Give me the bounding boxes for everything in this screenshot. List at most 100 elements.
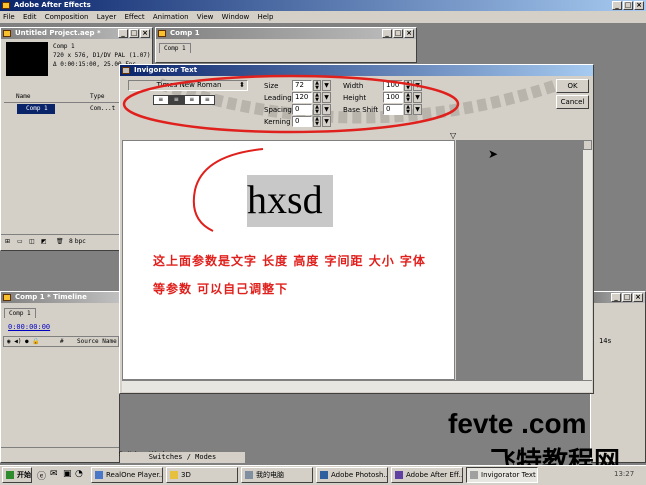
comp-info-name: Comp 1 [53,43,75,50]
project-icon [3,30,11,37]
close-button[interactable]: × [634,1,644,10]
label-column[interactable]: # [60,337,64,346]
render-icon[interactable]: ◩ [41,235,47,249]
aftereffects-icon [395,471,403,479]
timeline-right-title: _ □ × [591,292,645,303]
task-realone-label: RealOne Player... [106,471,163,479]
task-mycomputer-label: 我的电脑 [256,471,284,479]
timeline-close-button[interactable]: × [633,293,643,302]
menu-window[interactable]: Window [222,13,250,21]
invigorator-dialog: Invigorator Text Times New Roman ⬍ ≡ ≡ ≡… [119,64,594,394]
menu-view[interactable]: View [197,13,214,21]
comp-title: Comp 1 [170,29,200,37]
quicklaunch-desktop-icon[interactable]: ▣ [63,469,72,479]
comp-close-button[interactable]: × [404,29,414,38]
project-close-button[interactable]: × [140,29,150,38]
menu-animation[interactable]: Animation [153,13,189,21]
comp-window: Comp 1 _ □ × Comp 1 [155,27,417,63]
menu-composition[interactable]: Composition [45,13,89,21]
task-3d-label: 3D [181,471,191,479]
timeline-minimize-button[interactable]: _ [611,293,621,302]
comp-thumbnail [6,42,48,76]
watermark-site: fevte .com [448,408,587,439]
scroll-thumb[interactable] [583,140,592,150]
task-aftereffects[interactable]: Adobe After Eff... [391,467,463,483]
invigorator-icon [470,471,478,479]
cancel-button[interactable]: Cancel [556,95,589,109]
text-preview-area[interactable]: hxsd 这上面参数是文字 长度 高度 字间距 大小 字体 等参数 可以自己调整… [122,140,455,380]
after-effects-icon [2,2,10,9]
annotation-line-1: 这上面参数是文字 长度 高度 字间距 大小 字体 [153,254,426,268]
start-button[interactable]: 开始 [2,467,32,483]
comp-maximize-button[interactable]: □ [393,29,403,38]
annotation-ellipse [122,74,460,134]
column-name[interactable]: Name [16,92,30,102]
task-photoshop[interactable]: Adobe Photosh... [316,467,388,483]
ok-button[interactable]: OK [556,79,589,93]
comp-tab[interactable]: Comp 1 [159,43,191,53]
switches-bar: Switches / Modes [120,452,245,463]
menu-file[interactable]: File [3,13,15,21]
clock: 13:27 [614,470,635,478]
comp-info-size: 720 x 576, D1/DV PAL (1.07) [53,52,151,59]
realone-icon [95,471,103,479]
preview-side-area: ➤ [456,140,582,380]
task-invigorator[interactable]: Invigorator Text [466,467,538,483]
project-row-name[interactable]: Comp 1 [17,104,55,114]
preview-text[interactable]: hxsd [247,177,323,223]
app-title: Adobe After Effects [14,1,91,9]
quicklaunch-outlook-icon[interactable]: ✉ [50,469,58,479]
timeline-right-panel: _ □ × 14s [590,291,646,463]
timeline-title-bar: Comp 1 * Timeline [1,292,119,303]
task-realone[interactable]: RealOne Player... [91,467,163,483]
bpc-label[interactable]: 8 bpc [69,235,86,249]
column-type[interactable]: Type [90,92,104,102]
project-title: Untitled Project.aep * [15,29,101,37]
task-photoshop-label: Adobe Photosh... [331,471,388,479]
timeline-window: Comp 1 * Timeline Comp 1 0:00:00:00 ◉ ◀)… [0,291,171,463]
comp-title-bar: Comp 1 _ □ × [156,28,416,39]
quicklaunch-media-icon[interactable]: ◔ [75,469,83,479]
collapse-arrow-icon[interactable]: ▽ [450,131,456,140]
vertical-scrollbar[interactable] [582,140,592,380]
menu-edit[interactable]: Edit [23,13,37,21]
task-mycomputer[interactable]: 我的电脑 [241,467,313,483]
maximize-button[interactable]: □ [623,1,633,10]
project-maximize-button[interactable]: □ [129,29,139,38]
menu-effect[interactable]: Effect [124,13,144,21]
start-label: 开始 [17,471,31,479]
annotation-line-2: 等参数 可以自己调整下 [153,282,289,296]
timeline-column-header: ◉ ◀) ● 🔒 # Source Name [3,336,119,347]
comp-minimize-button[interactable]: _ [382,29,392,38]
menu-help[interactable]: Help [257,13,273,21]
new-comp-icon[interactable]: ◫ [29,235,35,249]
project-minimize-button[interactable]: _ [118,29,128,38]
menu-bar: File Edit Composition Layer Effect Anima… [0,11,646,23]
menu-layer[interactable]: Layer [97,13,117,21]
task-aftereffects-label: Adobe After Eff... [406,471,463,479]
task-3d[interactable]: 3D [166,467,238,483]
photoshop-icon [320,471,328,479]
timeline-tab[interactable]: Comp 1 [4,308,36,318]
timeline-icon [3,294,11,301]
mouse-cursor-icon: ➤ [488,147,499,161]
timecode[interactable]: 0:00:00:00 [8,323,50,331]
timeline-maximize-button[interactable]: □ [622,293,632,302]
quicklaunch-ie-icon[interactable]: ⓔ [37,469,46,482]
trash-icon[interactable]: 🗑 [56,235,64,249]
task-invigorator-label: Invigorator Text [481,471,536,479]
av-switch-icons[interactable]: ◉ ◀) ● 🔒 [7,337,40,346]
project-title-bar: Untitled Project.aep * _ □ × [1,28,152,39]
folder-task-icon [170,471,178,479]
switches-modes-label[interactable]: Switches / Modes [149,453,216,461]
minimize-button[interactable]: _ [612,1,622,10]
folder-icon[interactable]: ▭ [17,235,23,249]
project-row-type: Com...t [90,105,116,112]
timeline-title: Comp 1 * Timeline [15,293,87,301]
timeline-footer: Switches / Modes [1,447,171,462]
find-icon[interactable]: ⊞ [5,235,10,249]
computer-icon [245,471,253,479]
column-source-name[interactable]: Source Name [77,337,117,346]
windows-logo-icon [6,471,14,479]
horizontal-scrollbar[interactable] [122,380,592,392]
